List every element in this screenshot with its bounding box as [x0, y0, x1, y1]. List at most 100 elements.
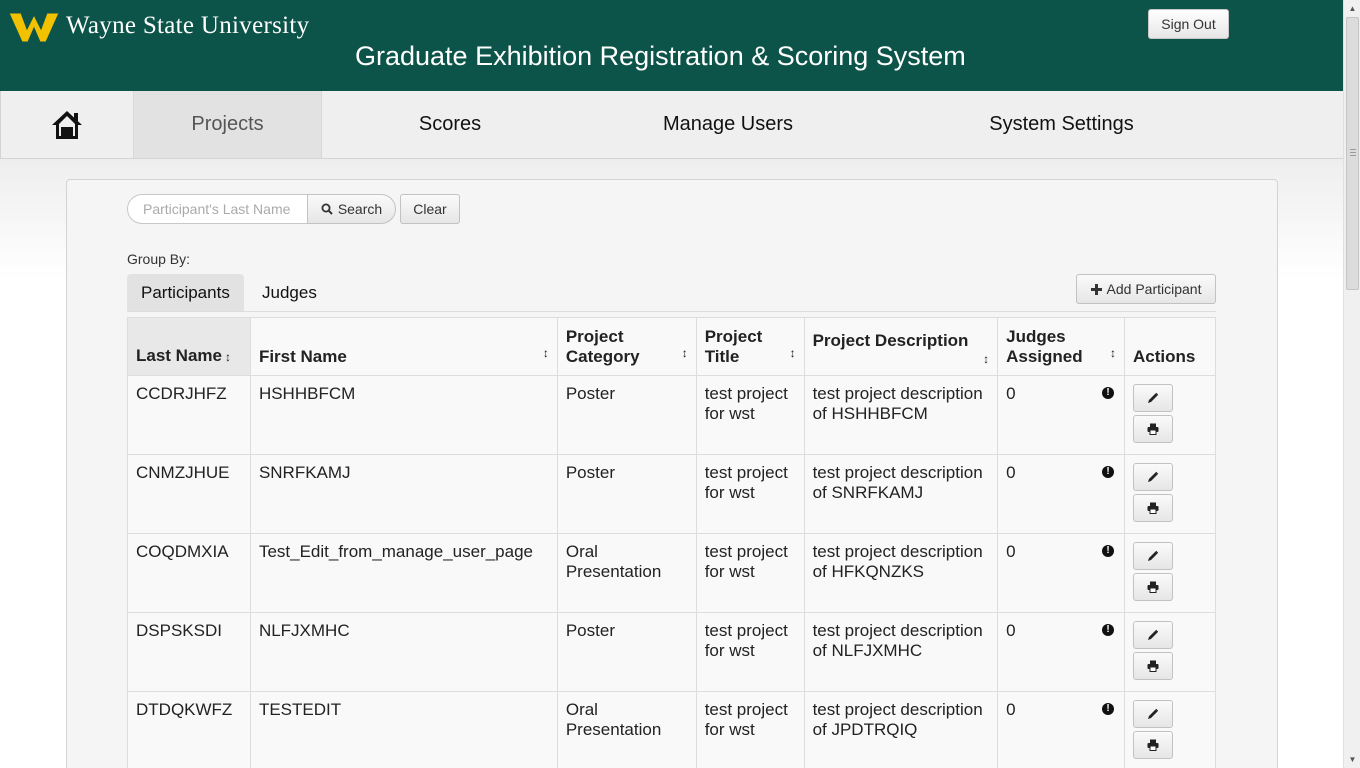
nav-manage-users[interactable]: Manage Users — [578, 91, 878, 158]
pencil-icon — [1148, 392, 1159, 403]
col-project-title[interactable]: Project Title ↕ — [695, 317, 805, 376]
tab-judges[interactable]: Judges — [249, 274, 330, 312]
print-button[interactable] — [1133, 415, 1174, 443]
cell-first-name: HSHHBFCM — [249, 375, 558, 455]
print-icon — [1147, 739, 1159, 751]
table-header-row: Last Name ↕ First Name ↕ Project Category ↕… — [127, 317, 1216, 376]
clear-button[interactable]: Clear — [400, 194, 460, 224]
exclamation-icon: ! — [1102, 624, 1115, 636]
table-row: CNMZJHUE SNRFKAMJ Poster test project for w… — [127, 454, 1216, 534]
edit-button[interactable] — [1133, 384, 1174, 412]
print-button[interactable] — [1133, 652, 1174, 680]
scroll-down-arrow-icon[interactable]: ▼ — [1344, 751, 1360, 768]
judges-count: 0 — [1006, 542, 1016, 561]
sort-icon: ↕ — [983, 352, 990, 366]
wayne-state-logo-icon — [9, 12, 59, 43]
pencil-icon — [1148, 550, 1159, 561]
cell-actions — [1124, 375, 1216, 455]
cell-project-description: test project description of HFKQNZKS — [803, 533, 999, 613]
nav-system-settings[interactable]: System Settings — [878, 91, 1245, 158]
cell-actions — [1124, 533, 1216, 613]
edit-button[interactable] — [1133, 463, 1174, 491]
participants-table: Last Name ↕ First Name ↕ Project Category ↕… — [127, 317, 1216, 768]
judges-count: 0 — [1006, 700, 1016, 719]
cell-project-title: test project for wst — [695, 691, 805, 768]
cell-project-title: test project for wst — [695, 612, 805, 692]
pencil-icon — [1148, 471, 1159, 482]
cell-project-description: test project description of HSHHBFCM — [803, 375, 999, 455]
cell-actions — [1124, 612, 1216, 692]
tabs-divider — [127, 311, 1216, 312]
cell-judges-assigned: 0! — [997, 533, 1126, 613]
col-project-title-label: Project Title — [704, 327, 763, 366]
cell-first-name: NLFJXMHC — [249, 612, 558, 692]
search-button-label: Search — [337, 201, 383, 217]
add-participant-button[interactable]: Add Participant — [1076, 274, 1216, 304]
print-button[interactable] — [1133, 573, 1174, 601]
print-icon — [1147, 502, 1159, 514]
cell-project-category: Poster — [556, 454, 697, 534]
pencil-icon — [1148, 708, 1159, 719]
table-row: DSPSKSDI NLFJXMHC Poster test project for w… — [127, 612, 1216, 692]
cell-judges-assigned: 0! — [997, 612, 1126, 692]
col-judges-assigned[interactable]: Judges Assigned ↕ — [997, 317, 1126, 376]
tab-participants[interactable]: Participants — [127, 274, 244, 312]
cell-last-name: DSPSKSDI — [127, 612, 251, 692]
cell-project-category: Oral Presentation — [556, 533, 697, 613]
search-input[interactable] — [127, 194, 307, 224]
nav-scores[interactable]: Scores — [322, 91, 578, 158]
print-button[interactable] — [1133, 494, 1174, 522]
nav-home[interactable] — [1, 91, 133, 158]
search-button[interactable]: Search — [307, 194, 396, 224]
cell-judges-assigned: 0! — [997, 375, 1126, 455]
col-project-category[interactable]: Project Category ↕ — [556, 317, 697, 376]
search-icon — [321, 203, 333, 215]
cell-last-name: COQDMXIA — [127, 533, 251, 613]
print-icon — [1147, 423, 1159, 435]
app-title: Graduate Exhibition Registration & Scori… — [355, 41, 966, 71]
edit-button[interactable] — [1133, 621, 1174, 649]
page-scrollbar[interactable]: ▲ ▼ — [1343, 0, 1360, 768]
cell-project-description: test project description of NLFJXMHC — [803, 612, 999, 692]
col-project-description[interactable]: Project Description ↕ — [803, 317, 999, 376]
cell-project-title: test project for wst — [695, 454, 805, 534]
edit-button[interactable] — [1133, 700, 1174, 728]
cell-project-category: Poster — [556, 612, 697, 692]
sort-icon: ↕ — [224, 350, 231, 364]
cell-project-category: Poster — [556, 375, 697, 455]
col-judges-assigned-label: Judges Assigned — [1006, 327, 1083, 366]
sort-icon: ↕ — [542, 346, 549, 360]
main-nav: Projects Scores Manage Users System Sett… — [0, 91, 1343, 159]
sort-icon: ↕ — [1110, 346, 1117, 360]
cell-project-category: Oral Presentation — [556, 691, 697, 768]
table-row: DTDQKWFZ TESTEDIT Oral Presentation test pr… — [127, 691, 1216, 768]
judges-count: 0 — [1006, 463, 1016, 482]
sign-out-button[interactable]: Sign Out — [1148, 9, 1229, 39]
group-by-label: Group By: — [127, 251, 191, 267]
scroll-thumb[interactable] — [1346, 17, 1359, 290]
exclamation-icon: ! — [1102, 703, 1115, 715]
col-actions-label: Actions — [1133, 347, 1196, 366]
cell-project-description: test project description of JPDTRQIQ — [803, 691, 999, 768]
nav-projects[interactable]: Projects — [133, 91, 322, 158]
cell-actions — [1124, 691, 1216, 768]
site-header: Wayne State University Graduate Exhibiti… — [0, 0, 1343, 91]
judges-count: 0 — [1006, 384, 1016, 403]
col-last-name[interactable]: Last Name ↕ — [127, 317, 251, 376]
edit-button[interactable] — [1133, 542, 1174, 570]
cell-project-description: test project description of SNRFKAMJ — [803, 454, 999, 534]
col-first-name[interactable]: First Name ↕ — [249, 317, 558, 376]
pencil-icon — [1148, 629, 1159, 640]
sort-icon: ↕ — [789, 346, 796, 360]
home-icon — [52, 110, 82, 139]
col-project-category-label: Project Category — [565, 327, 640, 366]
print-button[interactable] — [1133, 731, 1174, 759]
search-group: Search — [127, 194, 396, 224]
scroll-up-arrow-icon[interactable]: ▲ — [1344, 0, 1360, 17]
cell-first-name: Test_Edit_from_manage_user_page — [249, 533, 558, 613]
col-last-name-label: Last Name — [136, 346, 222, 365]
cell-last-name: CNMZJHUE — [127, 454, 251, 534]
plus-icon — [1090, 283, 1102, 295]
exclamation-icon: ! — [1102, 387, 1115, 399]
cell-judges-assigned: 0! — [997, 691, 1126, 768]
